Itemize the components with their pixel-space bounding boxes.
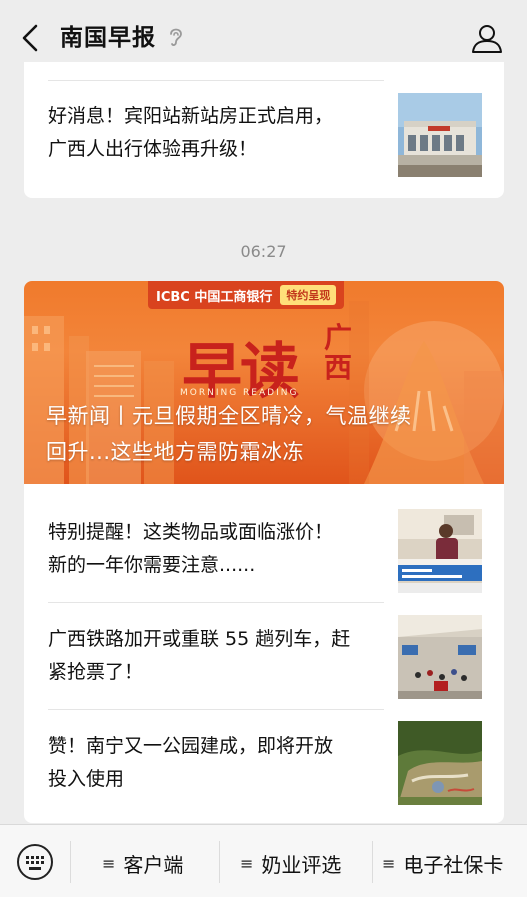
page-title: 南国早报 <box>60 25 156 51</box>
banner-eng-text: MORNING READING <box>180 388 299 398</box>
sponsor-name: ICBC 中国工商银行 <box>156 289 273 305</box>
article-title-line: 赞！南宁又一公园建成，即将开放 <box>48 735 334 757</box>
bottom-menu-bar: ≡ 客户端 ≡ 奶业评选 ≡ 电子社保卡 <box>0 824 527 897</box>
menu-separator <box>219 841 220 883</box>
keyboard-icon[interactable] <box>16 843 54 881</box>
article-thumbnail[interactable] <box>398 615 482 699</box>
divider <box>48 709 384 710</box>
feature-title-line: 早新闻丨元旦假期全区晴冷，气温继续 <box>46 404 412 428</box>
user-profile-icon[interactable] <box>470 22 504 54</box>
menu-list-icon: ≡ <box>382 853 396 873</box>
menu-separator <box>372 841 373 883</box>
menu-list-icon: ≡ <box>102 853 116 873</box>
ear-icon <box>170 28 182 46</box>
back-arrow-icon[interactable] <box>18 22 44 54</box>
article-title[interactable]: 赞！南宁又一公园建成，即将开放 投入使用 <box>48 730 333 796</box>
sponsor-tag: ICBC 中国工商银行 特约呈现 <box>148 281 345 309</box>
article-card-1: 好消息！宾阳站新站房正式启用， 广西人出行体验再升级！ <box>24 62 504 198</box>
menu-separator <box>70 841 71 883</box>
article-card-2: ICBC 中国工商银行 特约呈现 早读 广西 MORNING READING 早… <box>24 281 504 823</box>
feature-banner[interactable]: ICBC 中国工商银行 特约呈现 早读 广西 MORNING READING 早… <box>24 281 504 484</box>
article-title-line: 好消息！宾阳站新站房正式启用， <box>48 105 334 127</box>
feature-title[interactable]: 早新闻丨元旦假期全区晴冷，气温继续 回升...这些地方需防霜冰冻 <box>46 398 486 470</box>
article-title-line: 特别提醒！这类物品或面临涨价！ <box>48 521 334 543</box>
divider <box>48 602 384 603</box>
article-thumbnail[interactable] <box>398 509 482 593</box>
menu-list-icon: ≡ <box>240 853 254 873</box>
menu-item-label: 电子社保卡 <box>403 852 504 877</box>
article-title-line: 投入使用 <box>48 768 125 790</box>
banner-side-text: 广西 <box>324 321 353 384</box>
divider <box>48 80 384 81</box>
menu-item-social-security-card[interactable]: ≡ 电子社保卡 <box>382 845 503 881</box>
article-title-line: 广西人出行体验再升级！ <box>48 138 258 160</box>
article-title-line: 紧抢票了！ <box>48 661 144 683</box>
article-title[interactable]: 特别提醒！这类物品或面临涨价！ 新的一年你需要注意...... <box>48 516 333 582</box>
article-thumbnail[interactable] <box>398 93 482 177</box>
article-title[interactable]: 好消息！宾阳站新站房正式启用， 广西人出行体验再升级！ <box>48 100 333 166</box>
menu-item-dairy-vote[interactable]: ≡ 奶业评选 <box>240 845 341 881</box>
article-title-line: 广西铁路加开或重联 55 趟列车，赶 <box>48 628 351 650</box>
article-title-line: 新的一年你需要注意...... <box>48 554 256 576</box>
sponsor-badge: 特约呈现 <box>280 285 337 305</box>
timestamp: 06:27 <box>240 242 287 261</box>
menu-item-label: 客户端 <box>123 852 184 877</box>
article-title[interactable]: 广西铁路加开或重联 55 趟列车，赶 紧抢票了！ <box>48 623 350 689</box>
menu-item-client[interactable]: ≡ 客户端 <box>102 845 183 881</box>
menu-item-label: 奶业评选 <box>261 852 342 877</box>
article-thumbnail[interactable] <box>398 721 482 805</box>
feature-title-line: 回升...这些地方需防霜冰冻 <box>46 440 305 464</box>
